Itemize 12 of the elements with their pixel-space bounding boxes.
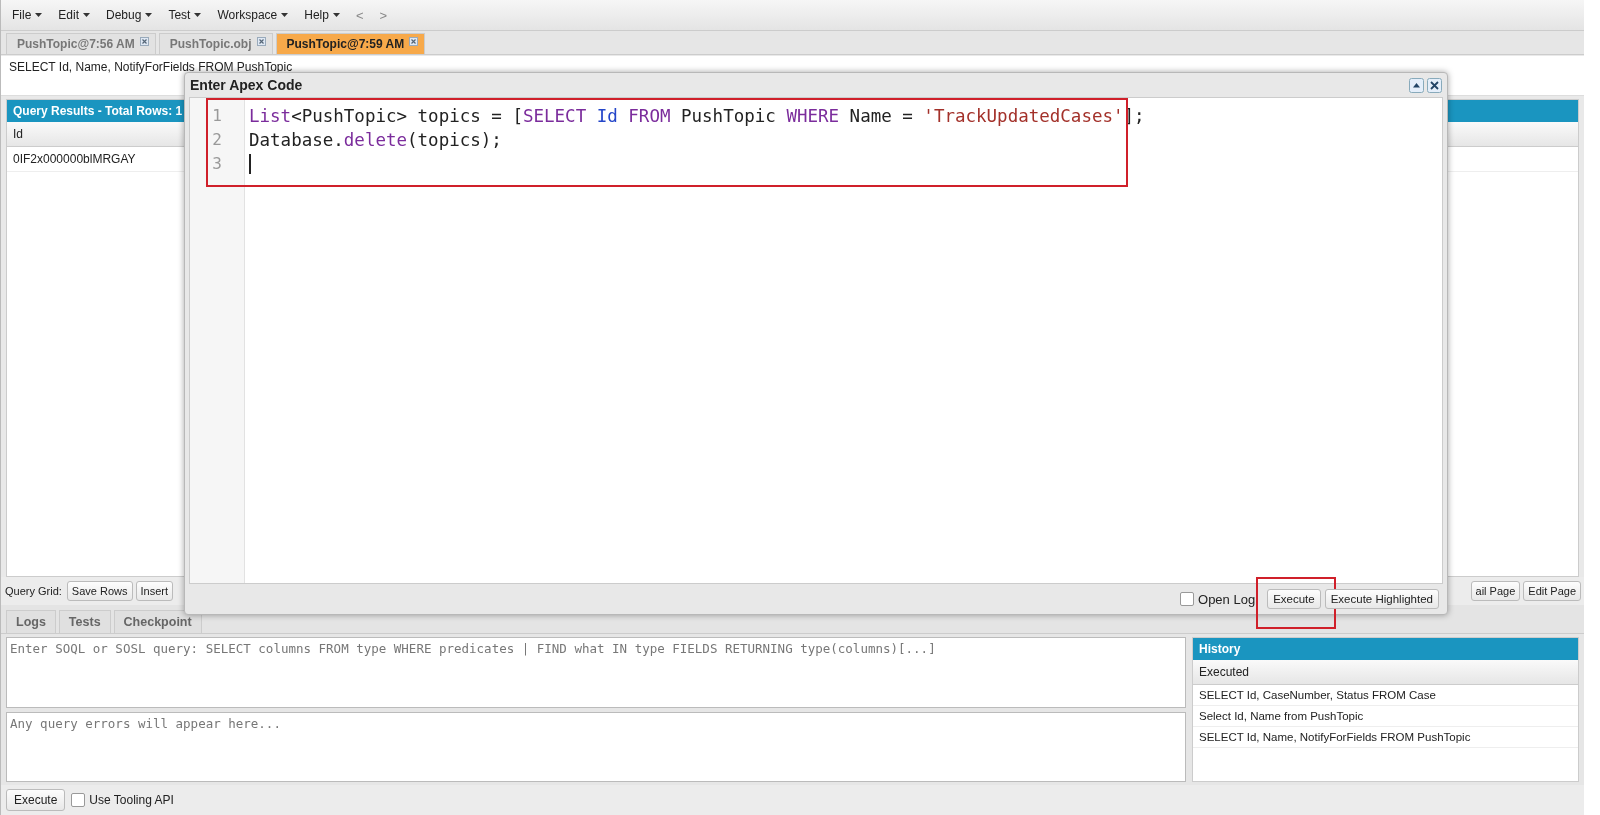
line-number: 1 [211,105,223,127]
dialog-title: Enter Apex Code [190,77,303,93]
table-cell-text: 0IF2x000000blMRGAY [12,151,137,168]
checkbox-label: Use Tooling API [89,793,174,807]
query-text: SELECT Id, Name, NotifyForFields FROM PushTopic [9,60,293,74]
line-number: 2 [211,129,223,151]
panel-title: Query Results - Total Rows: 1 [13,104,183,118]
checkbox-label: Open Log [1198,591,1256,607]
query-grid-label: Query Grid: [5,585,62,597]
panel-title: History [1199,642,1241,656]
code-line: Database.delete(topics); [249,129,502,152]
line-number: 3 [211,153,223,175]
